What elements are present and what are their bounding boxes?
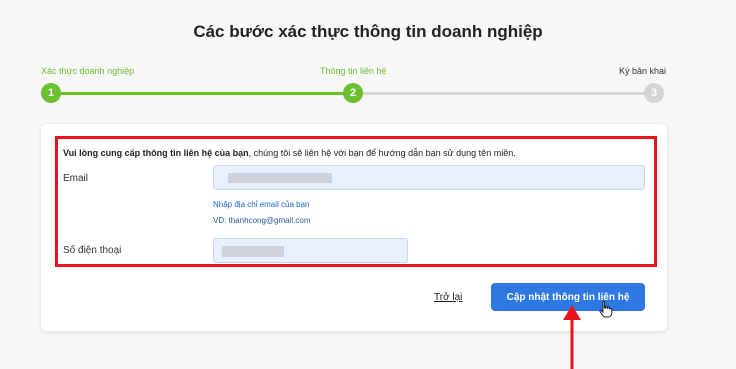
email-field[interactable] bbox=[213, 165, 645, 190]
form-intro-bold: Vui lòng cung cấp thông tin liên hệ của … bbox=[63, 148, 249, 158]
email-example: VD: thanhcong@gmail.com bbox=[213, 216, 311, 225]
email-hint: Nhập địa chỉ email của bạn bbox=[213, 200, 310, 209]
back-link[interactable]: Trở lại bbox=[434, 292, 462, 303]
step-label-3: Ký bản khai bbox=[618, 66, 666, 76]
step-circle-1: 1 bbox=[41, 83, 61, 103]
step-label-1: Xác thực doanh nghiệp bbox=[41, 66, 135, 76]
phone-field[interactable] bbox=[213, 238, 408, 263]
form-intro-rest: , chúng tôi sẽ liên hệ với bạn để hướng … bbox=[248, 148, 516, 158]
email-value-redacted bbox=[228, 173, 332, 183]
page-title: Các bước xác thực thông tin doanh nghiệp bbox=[193, 22, 543, 41]
phone-label: Số điện thoại bbox=[63, 245, 122, 256]
form-intro: Vui lòng cung cấp thông tin liên hệ của … bbox=[63, 148, 516, 158]
step-circle-2: 2 bbox=[343, 83, 363, 103]
step-label-2: Thông tin liên hệ bbox=[320, 66, 387, 76]
phone-value-redacted bbox=[222, 246, 284, 257]
hand-cursor-icon bbox=[599, 301, 613, 318]
progress-line-complete bbox=[50, 92, 354, 95]
email-label: Email bbox=[63, 173, 89, 184]
red-arrow-annotation bbox=[563, 305, 581, 369]
progress-line-pending bbox=[354, 92, 654, 95]
step-circle-3: 3 bbox=[644, 83, 664, 103]
